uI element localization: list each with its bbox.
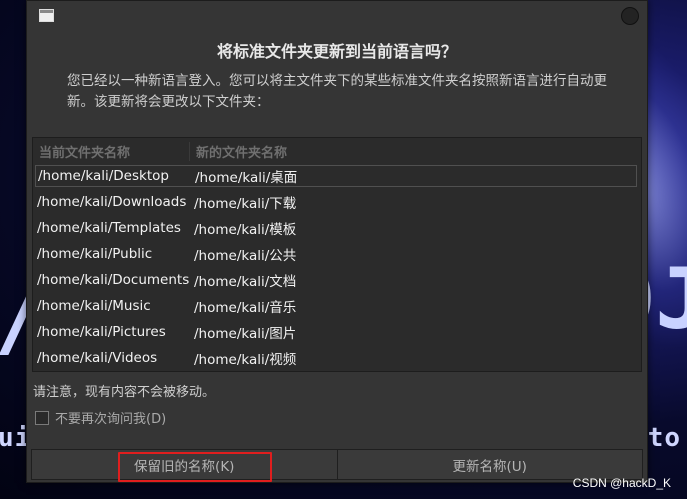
new-folder-cell: /home/kali/视频: [194, 352, 297, 368]
table-header: 当前文件夹名称 新的文件夹名称: [33, 138, 641, 164]
current-folder-cell: /home/kali/Pictures: [37, 324, 166, 340]
new-folder-cell: /home/kali/文档: [194, 274, 297, 290]
dialog-title: 将标准文件夹更新到当前语言吗？: [216, 42, 457, 61]
new-folder-cell: /home/kali/音乐: [194, 300, 297, 316]
update-names-button[interactable]: 更新名称(U): [338, 450, 643, 479]
dont-ask-again-option[interactable]: 不要再次询问我(D): [35, 408, 166, 427]
folder-table[interactable]: 当前文件夹名称 新的文件夹名称 /home/kali/Desktop /home…: [32, 137, 642, 372]
column-new-name[interactable]: 新的文件夹名称: [190, 142, 287, 161]
column-current-name[interactable]: 当前文件夹名称: [33, 141, 190, 161]
update-folders-dialog: 将标准文件夹更新到当前语言吗？ 您已经以一种新语言登入。您可以将主文件夹下的某些…: [26, 0, 648, 483]
current-folder-cell: /home/kali/Downloads: [37, 194, 187, 210]
new-folder-cell: /home/kali/模板: [194, 222, 297, 238]
annotation-highlight-box: [118, 452, 272, 482]
wallpaper-text-right-small: to: [647, 423, 681, 453]
table-row[interactable]: /home/kali/Music /home/kali/音乐: [35, 295, 637, 317]
table-row[interactable]: /home/kali/Desktop /home/kali/桌面: [35, 165, 637, 187]
new-folder-cell: /home/kali/桌面: [195, 170, 298, 186]
dialog-description: 您已经以一种新语言登入。您可以将主文件夹下的某些标准文件夹名按照新语言进行自动更…: [67, 73, 607, 110]
current-folder-cell: /home/kali/Desktop: [38, 168, 169, 184]
new-folder-cell: /home/kali/下载: [194, 196, 297, 212]
table-row[interactable]: /home/kali/Downloads /home/kali/下载: [35, 191, 637, 213]
dont-ask-again-checkbox[interactable]: [35, 410, 49, 425]
current-folder-cell: /home/kali/Documents: [37, 272, 190, 288]
watermark: CSDN @hackD_K: [572, 476, 671, 490]
table-row[interactable]: /home/kali/Public /home/kali/公共: [35, 243, 637, 265]
current-folder-cell: /home/kali/Templates: [37, 220, 181, 236]
current-folder-cell: /home/kali/Videos: [37, 350, 158, 366]
dont-ask-again-label[interactable]: 不要再次询问我(D): [55, 408, 166, 427]
new-folder-cell: /home/kali/图片: [194, 326, 297, 342]
current-folder-cell: /home/kali/Public: [37, 246, 153, 262]
table-row[interactable]: /home/kali/Documents /home/kali/文档: [35, 269, 637, 291]
current-folder-cell: /home/kali/Music: [37, 298, 151, 314]
close-button[interactable]: [621, 7, 639, 25]
new-folder-cell: /home/kali/公共: [194, 248, 297, 264]
move-note: 请注意，现有内容不会被移动。: [33, 385, 216, 400]
table-row[interactable]: /home/kali/Templates /home/kali/模板: [35, 217, 637, 239]
window-icon: [39, 9, 54, 22]
table-row[interactable]: /home/kali/Videos /home/kali/视频: [35, 347, 637, 369]
table-row[interactable]: /home/kali/Pictures /home/kali/图片: [35, 321, 637, 343]
